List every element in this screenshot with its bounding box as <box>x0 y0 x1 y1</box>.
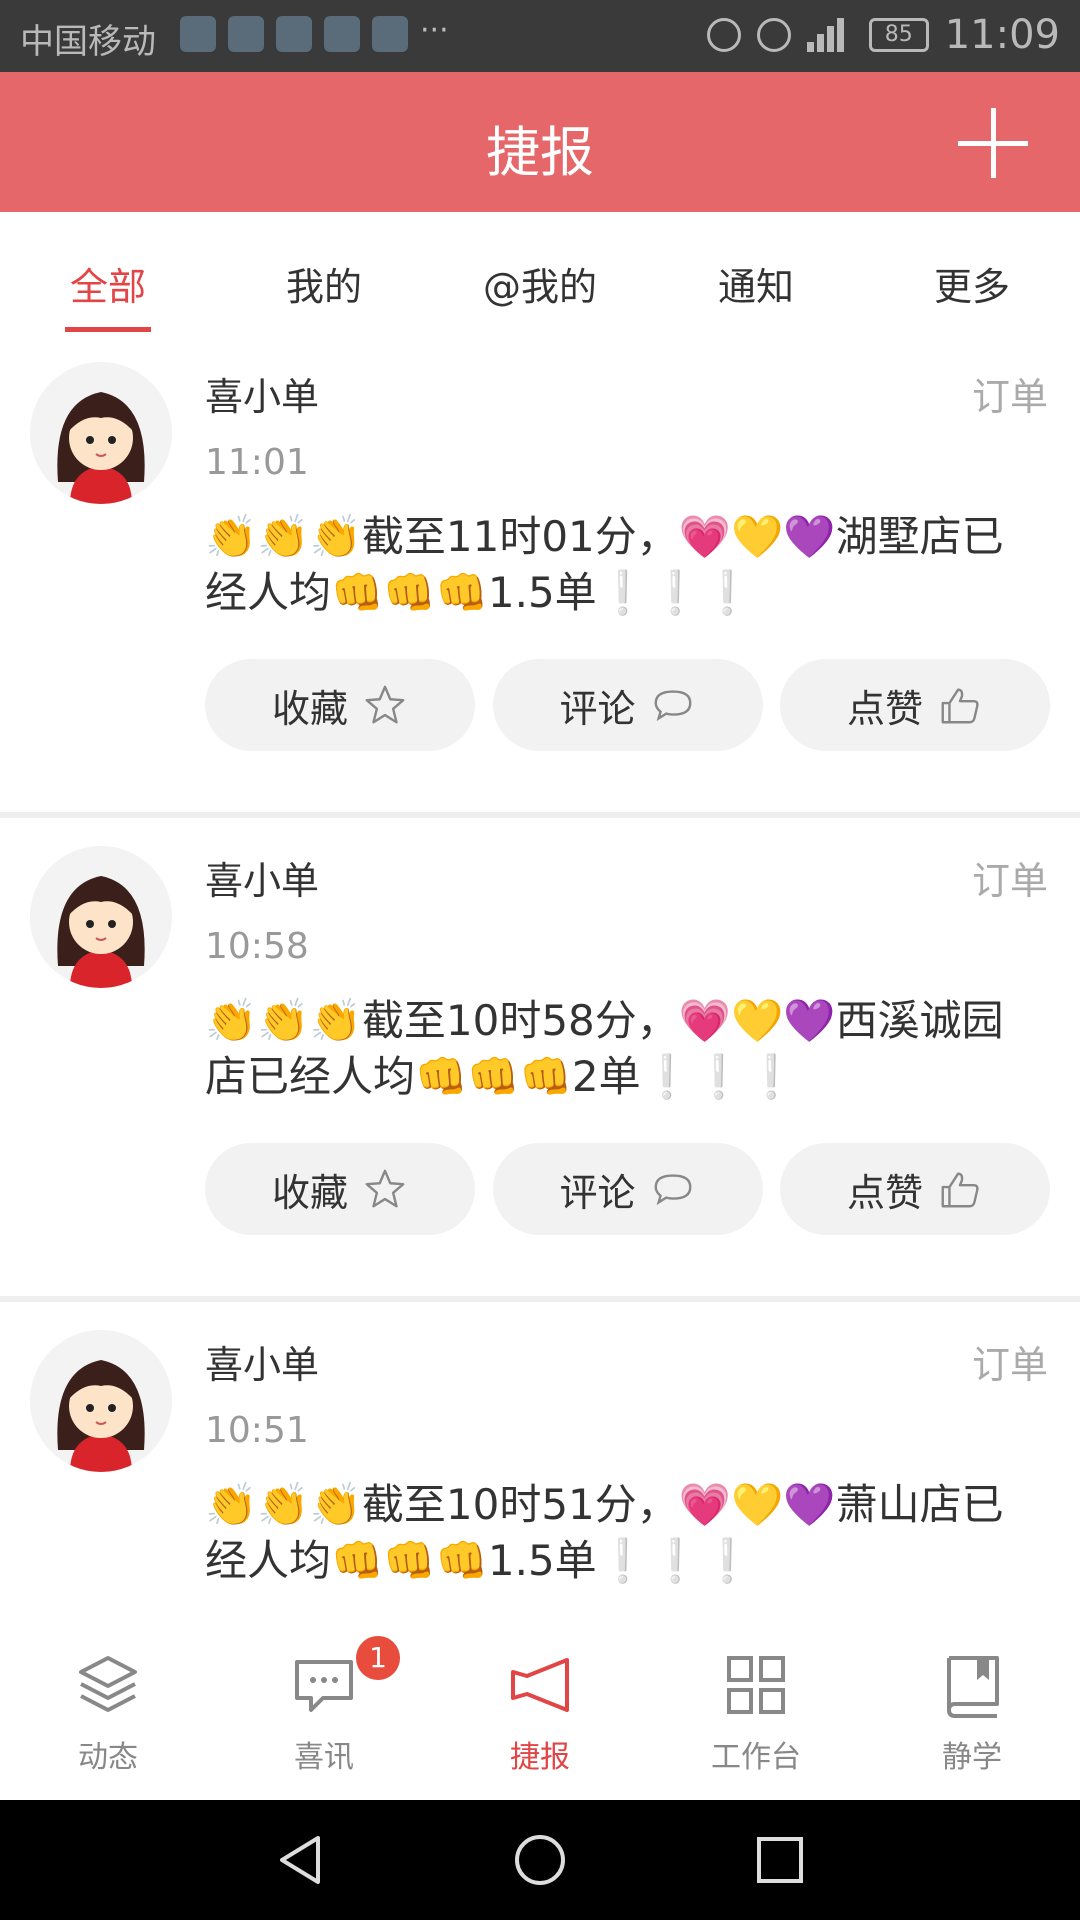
system-nav-bar <box>0 1800 1080 1920</box>
bottom-nav: 动态 1 喜讯 捷报 工作台 静学 <box>0 1610 1080 1800</box>
nav-label: 捷报 <box>510 1740 570 1775</box>
nav-item-workbench[interactable]: 工作台 <box>648 1610 864 1800</box>
app-notification-icon <box>228 16 264 52</box>
unread-badge: 1 <box>356 1636 400 1680</box>
layers-icon <box>79 1656 137 1712</box>
nav-item-study[interactable]: 静学 <box>864 1610 1080 1800</box>
nav-label: 动态 <box>78 1740 138 1775</box>
tab-bar: 全部 我的 @我的 通知 更多 <box>0 212 1080 334</box>
plus-icon[interactable] <box>958 108 1028 178</box>
wifi-icon <box>806 18 853 52</box>
thumbs-up-icon <box>941 1172 979 1208</box>
app-notification-icon <box>180 16 216 52</box>
tab-mentions[interactable]: @我的 <box>432 212 648 334</box>
tab-mine[interactable]: 我的 <box>216 212 432 334</box>
post-time: 11:01 <box>205 442 309 483</box>
app-notification-icon <box>324 16 360 52</box>
post-author: 喜小单 <box>205 375 320 419</box>
comment-bubble-icon <box>654 1174 691 1206</box>
nav-item-victory[interactable]: 捷报 <box>432 1610 648 1800</box>
grid-icon <box>727 1656 785 1714</box>
post-item: 喜小单 订单 10:58 👏👏👏截至10时58分，💗💛💜西溪诚园店已经人均👊👊👊… <box>0 818 1080 1302</box>
like-label: 点赞 <box>846 1170 923 1215</box>
page-title: 捷报 <box>486 121 594 184</box>
comment-button[interactable]: 评论 <box>492 1143 763 1235</box>
comment-button[interactable]: 评论 <box>492 659 763 751</box>
post-author: 喜小单 <box>205 1343 320 1387</box>
avatar[interactable] <box>30 362 172 504</box>
status-bar: 中国移动 ··· 85 11:09 <box>0 0 1080 72</box>
nav-label: 工作台 <box>711 1740 801 1775</box>
app-notification-icon <box>372 16 408 52</box>
post-category: 订单 <box>971 1343 1048 1387</box>
avatar[interactable] <box>30 846 172 988</box>
app-header: 捷报 <box>0 72 1080 212</box>
post-content: 👏👏👏截至11时01分，💗💛💜湖墅店已经人均👊👊👊1.5单❕❕❕ <box>205 512 1004 617</box>
girl-avatar-icon <box>30 362 172 504</box>
back-icon[interactable] <box>272 1832 328 1888</box>
alarm-icon <box>706 18 741 52</box>
girl-avatar-icon <box>30 1330 172 1472</box>
girl-avatar-icon <box>30 846 172 988</box>
nav-item-dynamics[interactable]: 动态 <box>0 1610 216 1800</box>
thumbs-up-icon <box>941 688 979 724</box>
nav-item-news[interactable]: 1 喜讯 <box>216 1610 432 1800</box>
tab-notifications[interactable]: 通知 <box>648 212 864 334</box>
post-time: 10:51 <box>205 1410 309 1451</box>
tab-more[interactable]: 更多 <box>864 212 1080 334</box>
like-button[interactable]: 点赞 <box>780 1143 1050 1235</box>
tab-all[interactable]: 全部 <box>0 212 216 334</box>
clock: 11:09 <box>944 12 1060 58</box>
recents-icon[interactable] <box>752 1832 808 1888</box>
avatar[interactable] <box>30 1330 172 1472</box>
nav-label: 静学 <box>942 1740 1002 1775</box>
post-content: 👏👏👏截至10时58分，💗💛💜西溪诚园店已经人均👊👊👊2单❕❕❕ <box>205 996 1004 1101</box>
post-actions: 收藏 评论 点赞 <box>205 659 1050 751</box>
favorite-label: 收藏 <box>271 686 348 731</box>
home-icon[interactable] <box>512 1832 568 1888</box>
post-actions: 收藏 评论 点赞 <box>205 1143 1050 1235</box>
comment-label: 评论 <box>559 686 636 731</box>
like-button[interactable]: 点赞 <box>780 659 1050 751</box>
chat-bubble-icon <box>295 1660 353 1712</box>
like-label: 点赞 <box>846 686 923 731</box>
nav-label: 喜讯 <box>294 1740 354 1775</box>
weibo-icon <box>276 16 312 52</box>
star-icon <box>365 1169 405 1208</box>
comment-label: 评论 <box>559 1170 636 1215</box>
favorite-label: 收藏 <box>271 1170 348 1215</box>
feed-list: 喜小单 订单 11:01 👏👏👏截至11时01分，💗💛💜湖墅店已经人均👊👊👊1.… <box>0 334 1080 1786</box>
post-time: 10:58 <box>205 926 309 967</box>
carrier-name: 中国移动 <box>20 22 156 62</box>
notification-icons: ··· <box>180 16 450 52</box>
post-category: 订单 <box>971 859 1048 903</box>
battery-icon: 85 <box>868 18 929 52</box>
favorite-button[interactable]: 收藏 <box>205 659 475 751</box>
post-category: 订单 <box>971 375 1048 419</box>
comment-bubble-icon <box>654 690 691 722</box>
post-author: 喜小单 <box>205 859 320 903</box>
star-icon <box>365 685 405 724</box>
book-icon <box>947 1656 999 1718</box>
post-item: 喜小单 订单 11:01 👏👏👏截至11时01分，💗💛💜湖墅店已经人均👊👊👊1.… <box>0 334 1080 818</box>
megaphone-icon <box>511 1658 569 1712</box>
eye-icon <box>756 18 791 52</box>
more-notifications-icon: ··· <box>420 13 449 48</box>
favorite-button[interactable]: 收藏 <box>205 1143 475 1235</box>
post-content: 👏👏👏截至10时51分，💗💛💜萧山店已经人均👊👊👊1.5单❕❕❕ <box>205 1480 1004 1585</box>
